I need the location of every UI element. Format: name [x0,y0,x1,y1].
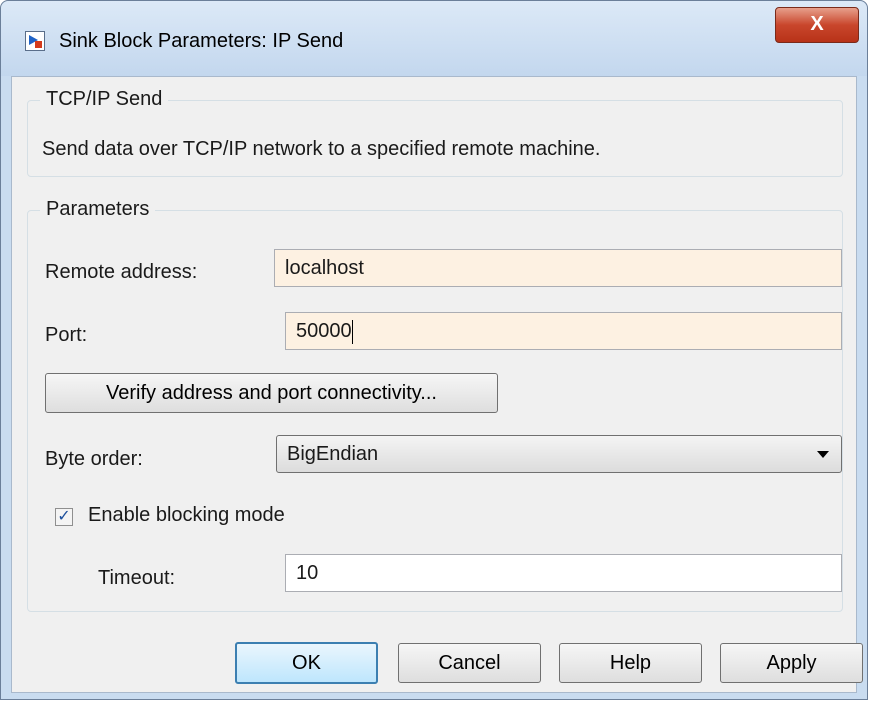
close-button[interactable]: X [775,7,859,43]
parameters-group-title: Parameters [40,198,156,221]
remote-address-input[interactable]: localhost [274,249,842,287]
port-input[interactable]: 50000 [285,312,842,350]
window-title: Sink Block Parameters: IP Send [59,30,344,52]
timeout-label: Timeout: [98,567,176,589]
ok-button[interactable]: OK [235,642,378,684]
apply-button[interactable]: Apply [720,643,863,683]
timeout-input[interactable]: 10 [285,554,842,592]
blocking-mode-checkbox[interactable]: ✓ [55,508,73,526]
block-description: Send data over TCP/IP network to a speci… [42,138,601,160]
byte-order-dropdown[interactable]: BigEndian [276,435,842,473]
description-group: TCP/IP Send Send data over TCP/IP networ… [27,88,843,177]
help-button[interactable]: Help [559,643,702,683]
port-label: Port: [45,324,88,346]
description-group-title: TCP/IP Send [40,88,169,111]
blocking-mode-label[interactable]: Enable blocking mode [88,504,285,527]
title-bar[interactable]: Sink Block Parameters: IP Send X [1,1,867,76]
cancel-button[interactable]: Cancel [398,643,541,683]
verify-connectivity-button[interactable]: Verify address and port connectivity... [45,373,498,413]
dialog-window: Sink Block Parameters: IP Send X TCP/IP … [0,0,868,700]
dialog-client-area: TCP/IP Send Send data over TCP/IP networ… [11,76,863,693]
byte-order-value: BigEndian [287,443,379,465]
port-value: 50000 [296,320,352,342]
remote-address-label: Remote address: [45,261,198,283]
chevron-down-icon [817,451,829,458]
text-caret [351,319,353,344]
byte-order-label: Byte order: [45,448,143,470]
simulink-block-icon [25,31,45,51]
